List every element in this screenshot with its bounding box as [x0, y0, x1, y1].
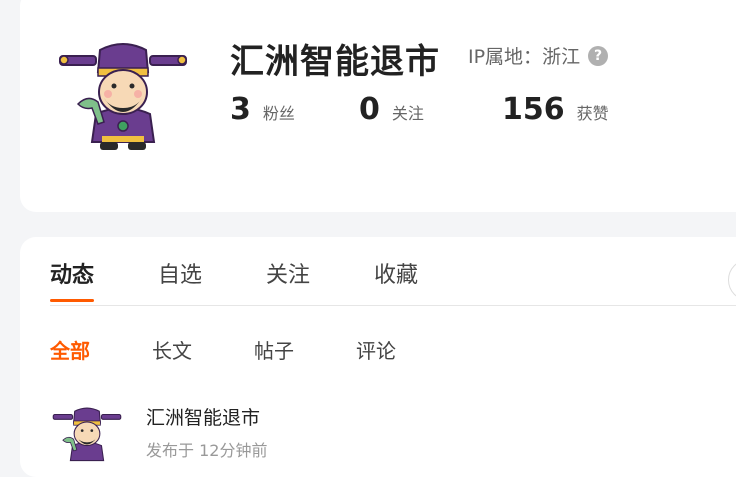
- stat-likes: 156 获赞: [502, 92, 609, 127]
- subtab-posts[interactable]: 帖子: [254, 335, 294, 364]
- tab-watchlist[interactable]: 自选: [158, 257, 202, 289]
- post-avatar[interactable]: [52, 407, 122, 467]
- ip-location: IP属地：浙江 ?: [468, 42, 609, 69]
- stat-following[interactable]: 0 关注: [359, 92, 424, 127]
- post-time: 发布于 12分钟前: [146, 441, 268, 460]
- user-name: 汇洲智能退市: [230, 42, 440, 82]
- feed-card: 动态 自选 关注 收藏 全部 长文 帖子 评论 汇洲智能退市 发布于 12分钟前: [20, 237, 736, 477]
- tab-dynamics[interactable]: 动态: [50, 257, 95, 302]
- profile-card: 汇洲智能退市 IP属地：浙江 ? 3 粉丝 0 关注 156 获赞: [20, 0, 736, 212]
- help-icon[interactable]: ?: [588, 45, 609, 66]
- sub-tabs: 全部 长文 帖子 评论: [50, 335, 458, 364]
- main-tabs: 动态 自选 关注 收藏: [50, 257, 482, 302]
- tab-following[interactable]: 关注: [266, 257, 310, 289]
- tabs-divider: [50, 305, 736, 306]
- subtab-articles[interactable]: 长文: [152, 335, 192, 364]
- ip-value: 浙江: [542, 46, 581, 68]
- tab-favorites[interactable]: 收藏: [374, 257, 418, 289]
- stat-following-value: 0: [359, 92, 380, 127]
- stat-likes-value: 156: [502, 92, 565, 127]
- stat-followers[interactable]: 3 粉丝: [230, 92, 295, 127]
- stat-followers-value: 3: [230, 92, 251, 127]
- side-button[interactable]: [728, 259, 736, 301]
- subtab-all[interactable]: 全部: [50, 335, 90, 364]
- stat-followers-label: 粉丝: [262, 104, 295, 123]
- stat-likes-label: 获赞: [576, 104, 609, 123]
- subtab-comments[interactable]: 评论: [356, 335, 396, 364]
- ip-label: IP属地：: [468, 46, 543, 68]
- post-author[interactable]: 汇洲智能退市: [146, 403, 260, 430]
- avatar[interactable]: [58, 42, 188, 154]
- stat-following-label: 关注: [391, 104, 424, 123]
